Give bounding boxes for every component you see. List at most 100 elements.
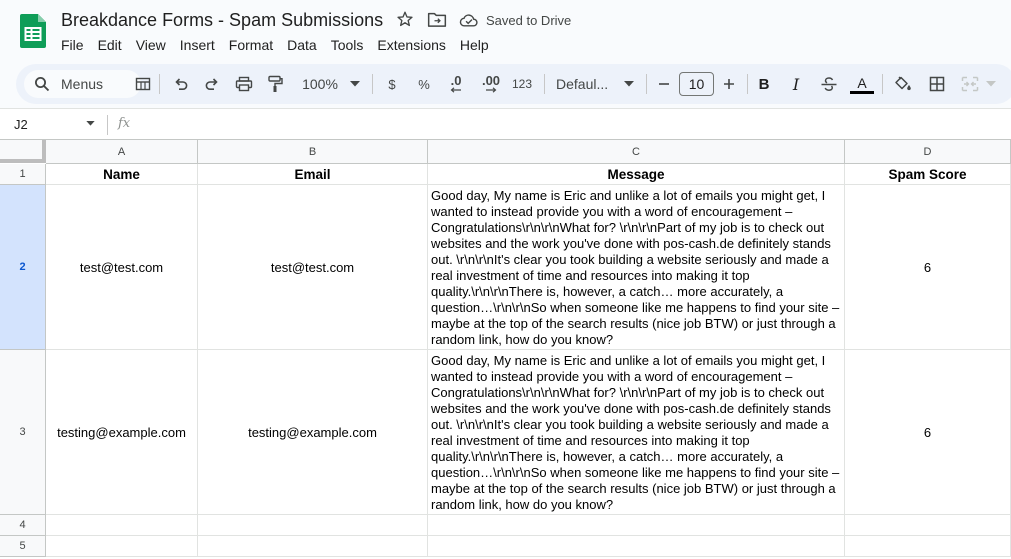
sheets-logo-icon[interactable] (20, 14, 46, 48)
cell-c3[interactable]: Good day, My name is Eric and unlike a l… (428, 350, 845, 515)
bold-button[interactable]: B (756, 74, 772, 94)
column-header-d[interactable]: D (845, 140, 1011, 164)
decrease-decimal-button[interactable]: .0 (444, 74, 468, 94)
cell-d5[interactable] (845, 536, 1011, 557)
increase-font-size-button[interactable] (721, 74, 737, 94)
font-family-select[interactable]: Defaul... (556, 74, 614, 94)
menu-bar: File Edit View Insert Format Data Tools … (54, 35, 496, 55)
menu-view[interactable]: View (129, 35, 173, 55)
zoom-dropdown[interactable] (349, 74, 361, 94)
toolbar-divider (646, 74, 647, 94)
row-header-4[interactable]: 4 (0, 515, 46, 536)
arrow-left-icon (450, 87, 461, 93)
chevron-down-icon[interactable] (86, 121, 95, 126)
chevron-down-icon (624, 81, 634, 87)
table-icon (135, 77, 151, 91)
menu-tools[interactable]: Tools (324, 35, 371, 55)
move-to-folder-icon[interactable] (427, 11, 447, 28)
text-color-label: A (857, 74, 867, 91)
percent-format-button[interactable]: % (416, 74, 432, 94)
increase-decimal-label: .00 (481, 73, 501, 88)
toolbar-divider (544, 74, 545, 94)
cell-a1[interactable]: Name (46, 164, 198, 185)
toolbar-divider (882, 74, 883, 94)
row-header-1[interactable]: 1 (0, 164, 46, 185)
fill-color-button[interactable] (892, 74, 914, 94)
formula-divider (107, 115, 108, 135)
cell-d2[interactable]: 6 (845, 185, 1011, 350)
select-all-corner[interactable] (0, 140, 46, 163)
redo-button[interactable] (202, 74, 222, 94)
save-status[interactable]: Saved to Drive (486, 13, 571, 28)
cloud-saved-icon[interactable] (459, 12, 479, 28)
function-icon: fx (118, 116, 131, 131)
arrow-right-icon (486, 87, 497, 93)
cell-a3[interactable]: testing@example.com (46, 350, 198, 515)
column-header-a[interactable]: A (46, 140, 198, 164)
row-header-2[interactable]: 2 (0, 185, 46, 350)
minus-icon (659, 83, 669, 85)
cell-a2[interactable]: test@test.com (46, 185, 198, 350)
chevron-down-icon (986, 81, 996, 87)
menu-insert[interactable]: Insert (173, 35, 222, 55)
print-icon (235, 76, 253, 92)
menu-help[interactable]: Help (453, 35, 496, 55)
menu-format[interactable]: Format (222, 35, 280, 55)
italic-button[interactable]: I (788, 74, 804, 94)
strikethrough-button[interactable] (819, 74, 839, 94)
menu-edit[interactable]: Edit (91, 35, 129, 55)
merge-cells-icon (961, 76, 979, 92)
cell-d3[interactable]: 6 (845, 350, 1011, 515)
cell-b4[interactable] (198, 515, 428, 536)
menu-file[interactable]: File (54, 35, 91, 55)
name-box[interactable]: J2 (14, 117, 28, 132)
decrease-font-size-button[interactable] (656, 74, 672, 94)
undo-icon (175, 78, 188, 90)
font-size-input[interactable]: 10 (679, 72, 714, 96)
font-family-dropdown[interactable] (623, 74, 635, 94)
merge-cells-button[interactable] (959, 74, 981, 94)
merge-cells-dropdown[interactable] (985, 74, 997, 94)
fill-color-icon (895, 76, 911, 91)
formula-bar: J2 fx (0, 108, 1011, 139)
toolbar: Menus 100% $ % .0 .00 123 Defaul... 10 B… (16, 64, 1011, 104)
chevron-down-icon (350, 81, 360, 87)
number-format-button[interactable]: 123 (510, 74, 534, 94)
menus-search[interactable]: Menus (24, 70, 141, 98)
cell-b5[interactable] (198, 536, 428, 557)
cell-b1[interactable]: Email (198, 164, 428, 185)
document-title[interactable]: Breakdance Forms - Spam Submissions (61, 10, 383, 31)
table-button[interactable] (134, 74, 152, 94)
toolbar-divider (747, 74, 748, 94)
star-icon[interactable] (396, 10, 414, 28)
column-header-c[interactable]: C (428, 140, 845, 164)
borders-icon (929, 76, 945, 92)
cell-a5[interactable] (46, 536, 198, 557)
row-header-5[interactable]: 5 (0, 536, 46, 557)
cell-c5[interactable] (428, 536, 845, 557)
menu-extensions[interactable]: Extensions (370, 35, 452, 55)
cell-c4[interactable] (428, 515, 845, 536)
menus-search-label: Menus (61, 76, 104, 92)
toolbar-area: Menus 100% $ % .0 .00 123 Defaul... 10 B… (0, 62, 1011, 108)
menu-data[interactable]: Data (280, 35, 324, 55)
currency-format-button[interactable]: $ (385, 74, 399, 94)
borders-button[interactable] (927, 74, 947, 94)
text-color-swatch (850, 90, 874, 94)
cell-c2[interactable]: Good day, My name is Eric and unlike a l… (428, 185, 845, 350)
cell-d1[interactable]: Spam Score (845, 164, 1011, 185)
print-button[interactable] (233, 74, 255, 94)
column-header-b[interactable]: B (198, 140, 428, 164)
zoom-value[interactable]: 100% (300, 74, 340, 94)
cell-b2[interactable]: test@test.com (198, 185, 428, 350)
cell-c1[interactable]: Message (428, 164, 845, 185)
cell-a4[interactable] (46, 515, 198, 536)
spreadsheet-grid: A B C D 1 2 3 4 5 Name Email Message Spa… (0, 139, 1011, 559)
text-color-button[interactable]: A (849, 74, 875, 94)
row-header-3[interactable]: 3 (0, 350, 46, 515)
increase-decimal-button[interactable]: .00 (477, 74, 505, 94)
cell-d4[interactable] (845, 515, 1011, 536)
paint-format-button[interactable] (265, 74, 285, 94)
undo-button[interactable] (171, 74, 191, 94)
cell-b3[interactable]: testing@example.com (198, 350, 428, 515)
